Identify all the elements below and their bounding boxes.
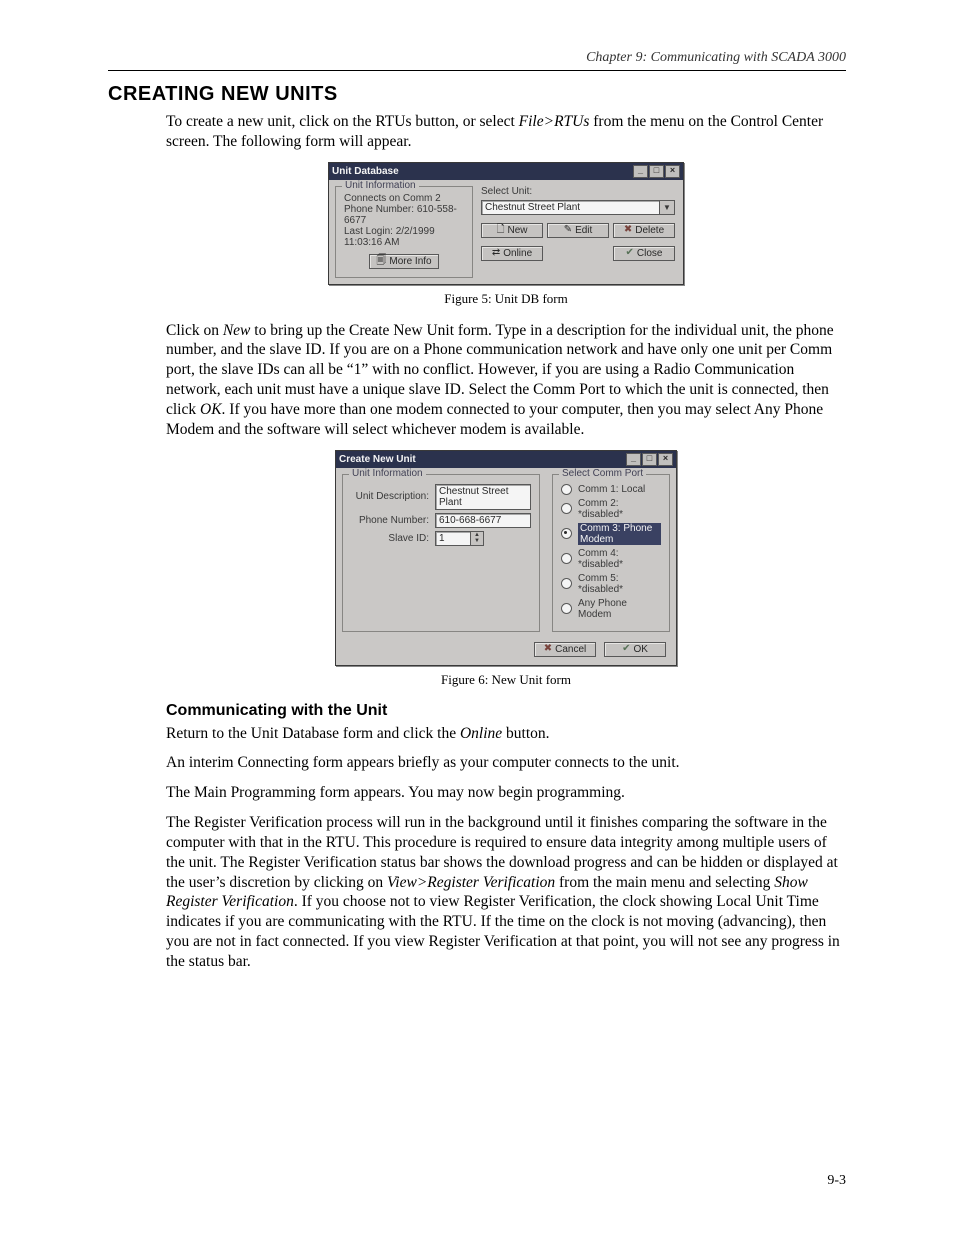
window-title: Create New Unit xyxy=(339,454,416,465)
body-paragraph: An interim Connecting form appears brief… xyxy=(166,753,846,773)
radio-label: Comm 3: Phone Modem xyxy=(578,523,661,545)
field-label: Phone Number: xyxy=(351,515,429,526)
button-label: OK xyxy=(633,644,647,655)
button-label: Cancel xyxy=(555,644,586,655)
check-icon: ✔ xyxy=(626,248,634,258)
edit-button[interactable]: ✎ Edit xyxy=(547,223,609,238)
body-paragraph: The Main Programming form appears. You m… xyxy=(166,783,846,803)
button-label: New xyxy=(508,225,528,236)
combo-value: Chestnut Street Plant xyxy=(481,200,660,215)
delete-button[interactable]: ✖ Delete xyxy=(613,223,675,238)
body-paragraph: The Register Verification process will r… xyxy=(166,813,846,972)
delete-icon: ✖ xyxy=(624,225,632,235)
online-icon: ⇄ xyxy=(492,248,500,258)
intro-paragraph: To create a new unit, click on the RTUs … xyxy=(166,112,846,152)
radio-icon[interactable] xyxy=(561,603,572,614)
radio-icon[interactable] xyxy=(561,578,572,589)
titlebar: Unit Database _ □ × xyxy=(329,163,683,180)
body-paragraph: Return to the Unit Database form and cli… xyxy=(166,724,846,744)
header-rule xyxy=(108,70,846,71)
emphasis: OK xyxy=(200,401,222,418)
maximize-icon[interactable]: □ xyxy=(649,165,664,178)
subsection-heading: Communicating with the Unit xyxy=(166,702,846,720)
window-title: Unit Database xyxy=(332,166,399,177)
text: . If you have more than one modem connec… xyxy=(166,401,823,438)
create-new-unit-window: Create New Unit _ □ × Unit Information U… xyxy=(335,450,677,666)
text: Click on xyxy=(166,322,223,339)
button-label: Online xyxy=(503,248,532,259)
new-icon: 🗋 xyxy=(496,225,504,235)
figure-caption: Figure 6: New Unit form xyxy=(166,672,846,688)
new-button[interactable]: 🗋 New xyxy=(481,223,543,238)
groupbox-legend: Select Comm Port xyxy=(559,468,646,479)
text: Return to the Unit Database form and cli… xyxy=(166,725,460,742)
text: button. xyxy=(502,725,549,742)
field-label: Slave ID: xyxy=(351,533,429,544)
button-label: More Info xyxy=(389,256,431,267)
text: To create a new unit, click on the RTUs … xyxy=(166,113,519,130)
info-line: Phone Number: 610-558-6677 xyxy=(344,204,464,226)
cancel-icon: ✖ xyxy=(544,644,552,654)
ok-button[interactable]: ✔ OK xyxy=(604,642,666,657)
radio-icon[interactable] xyxy=(561,503,572,514)
groupbox-legend: Unit Information xyxy=(349,468,426,479)
field-label: Unit Description: xyxy=(351,491,429,502)
radio-label: Comm 4: *disabled* xyxy=(578,548,661,570)
phone-number-input[interactable]: 610-668-6677 xyxy=(435,513,531,528)
comm-port-option[interactable]: Comm 5: *disabled* xyxy=(561,573,661,595)
groupbox-legend: Unit Information xyxy=(342,180,419,191)
online-button[interactable]: ⇄ Online xyxy=(481,246,543,261)
spinner-value[interactable]: 1 xyxy=(435,531,471,546)
button-label: Delete xyxy=(635,225,664,236)
info-icon: 🗐 xyxy=(376,256,386,266)
radio-label: Comm 2: *disabled* xyxy=(578,498,661,520)
unit-description-input[interactable]: Chestnut Street Plant xyxy=(435,484,531,510)
comm-port-option[interactable]: Comm 3: Phone Modem xyxy=(561,523,661,545)
page-number: 9-3 xyxy=(827,1173,846,1189)
minimize-icon[interactable]: _ xyxy=(626,453,641,466)
emphasis: New xyxy=(223,322,251,339)
running-head: Chapter 9: Communicating with SCADA 3000 xyxy=(108,50,846,66)
close-icon[interactable]: × xyxy=(658,453,673,466)
info-line: Last Login: 2/2/1999 11:03:16 AM xyxy=(344,226,464,248)
comm-port-option[interactable]: Comm 1: Local xyxy=(561,484,661,495)
menu-path-text: View>Register Verification xyxy=(387,874,555,891)
radio-label: Comm 1: Local xyxy=(578,484,645,495)
radio-icon[interactable] xyxy=(561,553,572,564)
maximize-icon[interactable]: □ xyxy=(642,453,657,466)
close-icon[interactable]: × xyxy=(665,165,680,178)
menu-path-text: File>RTUs xyxy=(519,113,590,130)
emphasis: Online xyxy=(460,725,502,742)
button-label: Close xyxy=(637,248,663,259)
slave-id-spinner[interactable]: 1 ▲▼ xyxy=(435,531,484,546)
more-info-button[interactable]: 🗐 More Info xyxy=(369,254,438,269)
button-label: Edit xyxy=(575,225,592,236)
text: from the main menu and selecting xyxy=(555,874,774,891)
cancel-button[interactable]: ✖ Cancel xyxy=(534,642,596,657)
comm-port-option[interactable]: Comm 4: *disabled* xyxy=(561,548,661,570)
radio-label: Any Phone Modem xyxy=(578,598,661,620)
select-unit-label: Select Unit: xyxy=(481,186,675,197)
minimize-icon[interactable]: _ xyxy=(633,165,648,178)
radio-label: Comm 5: *disabled* xyxy=(578,573,661,595)
radio-icon[interactable] xyxy=(561,528,572,539)
spinner-down-icon[interactable]: ▼ xyxy=(471,538,483,545)
close-button[interactable]: ✔ Close xyxy=(613,246,675,261)
radio-icon[interactable] xyxy=(561,484,572,495)
unit-database-window: Unit Database _ □ × Unit Information Con… xyxy=(328,162,684,285)
body-paragraph: Click on New to bring up the Create New … xyxy=(166,321,846,440)
edit-icon: ✎ xyxy=(564,225,572,235)
comm-port-option[interactable]: Any Phone Modem xyxy=(561,598,661,620)
chevron-down-icon[interactable]: ▼ xyxy=(660,200,675,215)
comm-port-option[interactable]: Comm 2: *disabled* xyxy=(561,498,661,520)
ok-icon: ✔ xyxy=(622,644,630,654)
select-unit-combo[interactable]: Chestnut Street Plant ▼ xyxy=(481,200,675,215)
section-heading: CREATING NEW UNITS xyxy=(108,83,846,106)
figure-caption: Figure 5: Unit DB form xyxy=(166,291,846,307)
titlebar: Create New Unit _ □ × xyxy=(336,451,676,468)
info-line: Connects on Comm 2 xyxy=(344,193,464,204)
